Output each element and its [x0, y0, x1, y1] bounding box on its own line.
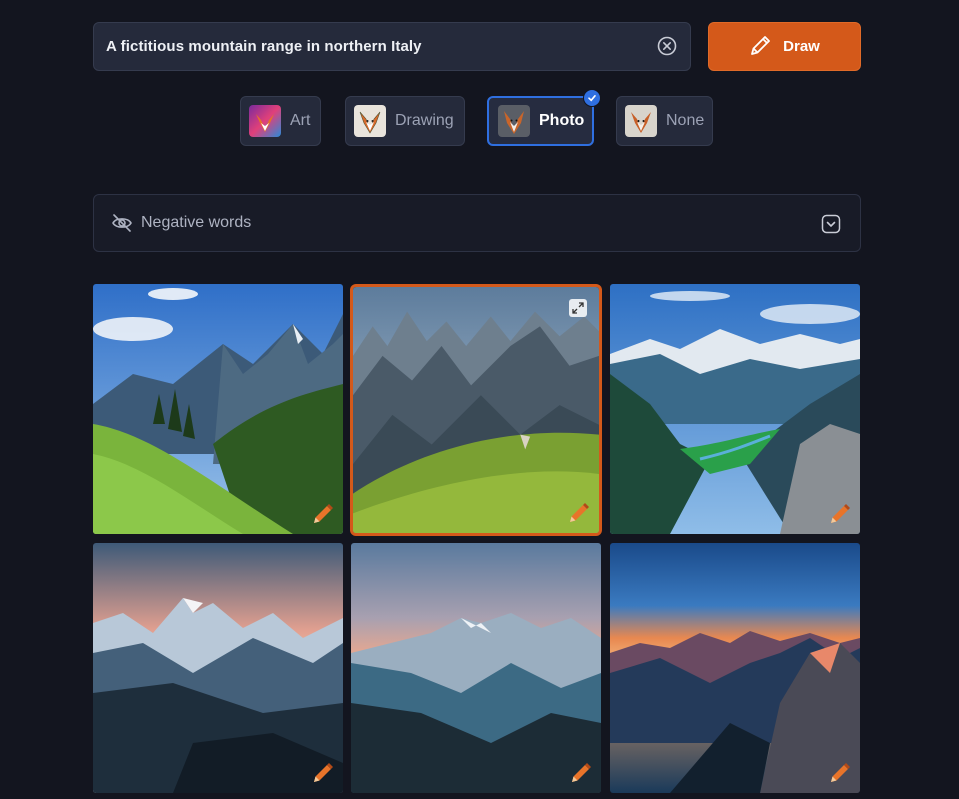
draw-button-label: Draw	[783, 38, 820, 55]
style-chip-drawing[interactable]: Drawing	[345, 96, 465, 146]
result-image-4[interactable]	[93, 543, 343, 793]
mountain-photo	[93, 543, 343, 793]
expand-icon[interactable]	[569, 299, 587, 317]
check-icon	[583, 89, 601, 107]
negative-words-toggle[interactable]: Negative words	[93, 194, 861, 252]
style-chip-label: None	[666, 112, 705, 129]
mountain-photo	[610, 543, 860, 793]
draw-button[interactable]: Draw	[708, 22, 861, 71]
pencil-icon[interactable]	[311, 502, 335, 526]
negative-words-label: Negative words	[141, 214, 252, 231]
pencil-icon[interactable]	[311, 761, 335, 785]
result-image-1[interactable]	[93, 284, 343, 534]
style-chip-none[interactable]: None	[616, 96, 713, 146]
fox-art-thumbnail	[249, 105, 281, 137]
mountain-photo	[93, 284, 343, 534]
style-chip-photo[interactable]: Photo	[487, 89, 601, 146]
style-chip-label: Art	[290, 112, 311, 129]
style-chip-art[interactable]: Art	[240, 96, 321, 146]
result-image-2[interactable]	[353, 287, 599, 533]
result-image-6[interactable]	[610, 543, 860, 793]
pencil-icon	[749, 33, 773, 61]
style-chip-label: Drawing	[395, 112, 454, 129]
fox-photo-thumbnail	[498, 105, 530, 137]
fox-plain-thumbnail	[625, 105, 657, 137]
result-image-5[interactable]	[351, 543, 601, 793]
fox-drawing-thumbnail	[354, 105, 386, 137]
mountain-photo	[610, 284, 860, 534]
chevron-down-icon[interactable]	[821, 214, 841, 234]
pencil-icon[interactable]	[828, 761, 852, 785]
close-circle-icon[interactable]	[657, 36, 677, 56]
prompt-text[interactable]: A fictitious mountain range in northern …	[106, 23, 422, 70]
mountain-photo	[351, 543, 601, 793]
result-image-3[interactable]	[610, 284, 860, 534]
style-chip-label: Photo	[539, 112, 585, 129]
pencil-icon[interactable]	[569, 761, 593, 785]
pencil-icon[interactable]	[567, 501, 591, 525]
pencil-icon[interactable]	[828, 502, 852, 526]
prompt-input[interactable]: A fictitious mountain range in northern …	[93, 22, 691, 71]
eye-off-icon	[111, 212, 133, 234]
mountain-photo	[353, 287, 599, 533]
